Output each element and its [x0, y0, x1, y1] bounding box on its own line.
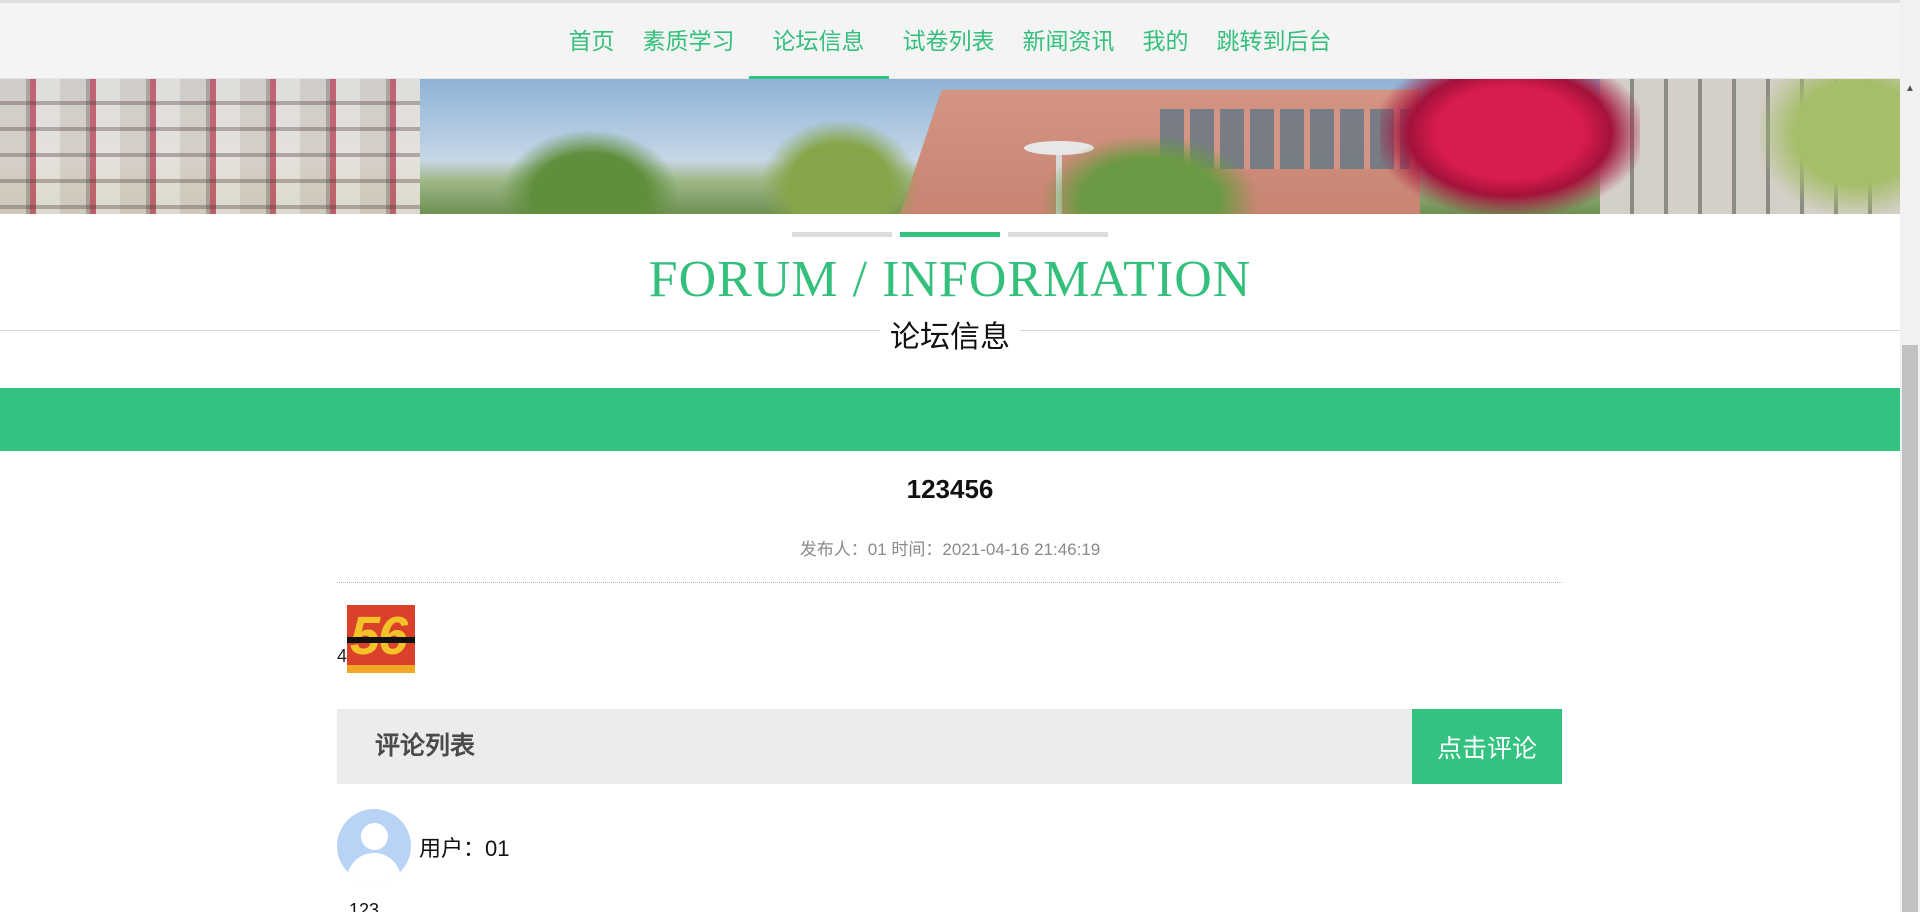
banner-building-left-floors: [0, 79, 420, 214]
image-stripe: [347, 637, 416, 643]
carousel-indicator-1[interactable]: [792, 232, 892, 237]
banner-tree: [760, 119, 920, 214]
carousel-indicators: [0, 232, 1900, 237]
vertical-scrollbar[interactable]: ▲: [1900, 0, 1920, 912]
comment-list-header: 评论列表 点击评论: [337, 709, 1562, 784]
comment-item: 用户：01 123: [337, 809, 1562, 912]
page: 首页 素质学习 论坛信息 试卷列表 新闻资讯 我的 跳转到后台 FORUM / …: [0, 0, 1900, 912]
post-content: 4 56: [337, 605, 416, 673]
section-title-cn: 论坛信息: [880, 312, 1020, 356]
banner-tree: [500, 129, 680, 214]
banner-red-tree: [1380, 79, 1640, 214]
carousel-indicator-3[interactable]: [1008, 232, 1108, 237]
banner-willow: [1760, 79, 1900, 214]
comment-text: 123: [349, 900, 380, 912]
comment-user: 用户：01: [419, 836, 510, 861]
top-navigation: 首页 素质学习 论坛信息 试卷列表 新闻资讯 我的 跳转到后台: [0, 0, 1900, 82]
nav-item-exam-list[interactable]: 试卷列表: [889, 3, 1009, 79]
scrollbar-thumb[interactable]: [1902, 345, 1918, 912]
post-content-text: 4: [337, 646, 348, 666]
avatar-head-shape: [361, 823, 388, 850]
nav-item-news[interactable]: 新闻资讯: [1009, 3, 1129, 79]
post-title: 123456: [906, 474, 994, 504]
avatar-body-shape: [347, 853, 401, 883]
viewport: 首页 素质学习 论坛信息 试卷列表 新闻资讯 我的 跳转到后台 FORUM / …: [0, 0, 1920, 912]
banner-tree: [1040, 134, 1260, 214]
nav-item-forum[interactable]: 论坛信息: [748, 3, 889, 82]
nav-item-mine[interactable]: 我的: [1129, 3, 1203, 79]
image-bottom-stripe: [347, 665, 416, 673]
post-divider: [337, 582, 1562, 583]
carousel-indicator-2[interactable]: [900, 232, 1000, 237]
section-green-bar: [0, 388, 1900, 451]
user-avatar-icon: [337, 809, 411, 883]
post-content-image: 56: [347, 605, 416, 673]
nav-list: 首页 素质学习 论坛信息 试卷列表 新闻资讯 我的 跳转到后台: [0, 3, 1900, 82]
post-meta: 发布人：01 时间：2021-04-16 21:46:19: [799, 540, 1101, 559]
nav-item-home[interactable]: 首页: [555, 3, 629, 79]
banner-image: [0, 79, 1900, 214]
chevron-up-icon[interactable]: ▲: [1900, 80, 1920, 98]
nav-item-admin[interactable]: 跳转到后台: [1203, 3, 1346, 79]
section-title-en: FORUM / INFORMATION: [648, 251, 1252, 308]
add-comment-button[interactable]: 点击评论: [1412, 709, 1562, 784]
comment-list-title: 评论列表: [375, 732, 476, 760]
post-content-image-text: 56: [350, 606, 408, 666]
nav-item-quality-learning[interactable]: 素质学习: [629, 3, 749, 79]
